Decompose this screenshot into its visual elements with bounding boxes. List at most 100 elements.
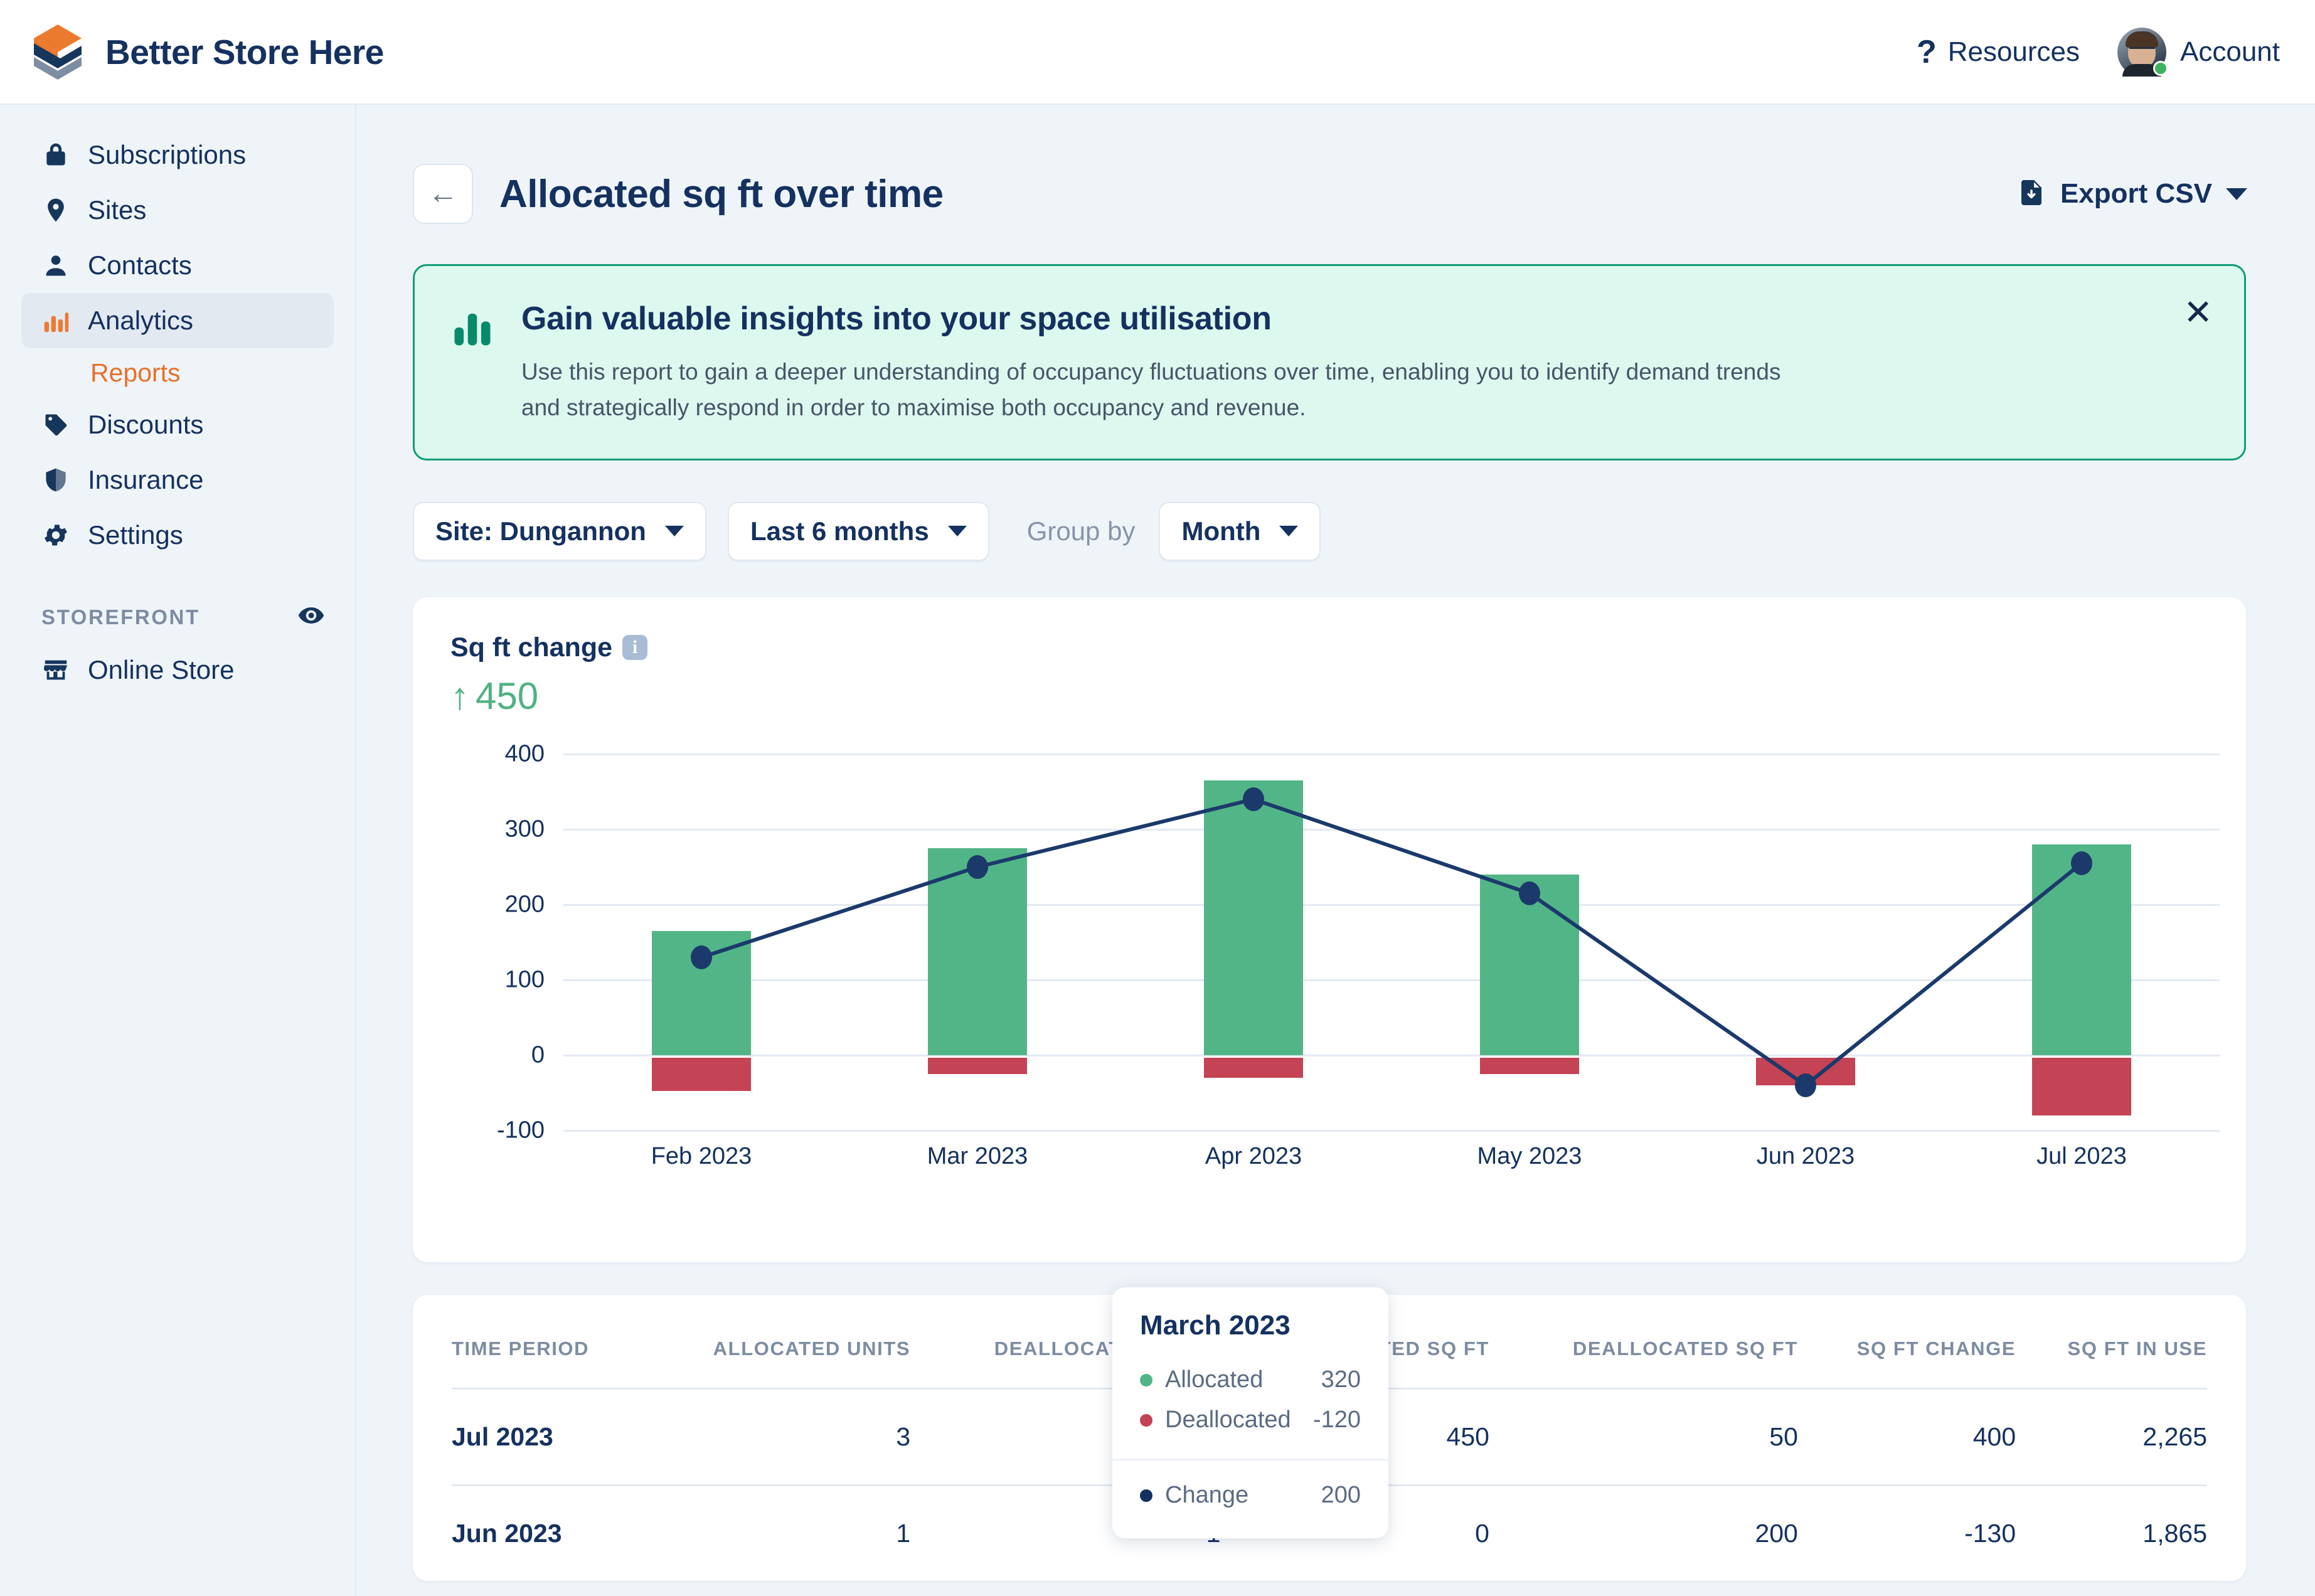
account-button[interactable]: Account <box>2117 27 2280 77</box>
table-cell: 400 <box>1797 1387 2016 1486</box>
table-cell: 3 <box>640 1387 911 1486</box>
sidebar-item-label: Sites <box>88 195 147 225</box>
table-column-header: SQ FT IN USE <box>2067 1337 2207 1359</box>
y-axis-tick-label: -100 <box>496 1117 545 1144</box>
x-axis-tick-label: Feb 2023 <box>651 1142 752 1169</box>
banner-close-button[interactable]: ✕ <box>2183 295 2213 330</box>
app-logo-icon <box>31 22 84 82</box>
tooltip-row-value: 200 <box>1321 1482 1361 1509</box>
sidebar-item-label: Discounts <box>88 410 204 439</box>
table-cell: 50 <box>1489 1387 1798 1486</box>
change-data-point[interactable] <box>967 854 988 879</box>
kpi-value: 450 <box>476 674 539 717</box>
sidebar-subitem-label: Reports <box>90 358 181 387</box>
sidebar-item-label: Contacts <box>88 250 192 280</box>
sidebar-item-discounts[interactable]: Discounts <box>21 397 334 452</box>
sidebar-item-label: Insurance <box>88 465 204 494</box>
y-axis-tick-label: 300 <box>504 816 545 843</box>
chevron-down-icon <box>947 526 967 537</box>
change-data-point[interactable] <box>1243 787 1264 811</box>
online-status-dot <box>2153 60 2169 76</box>
eye-icon[interactable] <box>297 602 325 632</box>
change-data-point[interactable] <box>1519 881 1540 905</box>
page-header: ← Allocated sq ft over time Export CSV <box>413 162 2315 225</box>
kpi-value-row: ↑ 450 <box>450 674 2208 718</box>
sidebar-item-analytics[interactable]: Analytics <box>21 293 334 348</box>
bar-chart-icon <box>40 305 72 336</box>
table-column-header: SQ FT CHANGE <box>1856 1337 2016 1359</box>
x-axis-tick-label: Jul 2023 <box>2036 1142 2127 1169</box>
tooltip-row-allocated: Allocated 320 <box>1140 1360 1361 1400</box>
brand-name: Better Store Here <box>105 32 384 72</box>
person-icon <box>40 250 72 281</box>
sidebar-item-settings[interactable]: Settings <box>21 508 334 563</box>
storefront-section-header: STOREFRONT <box>41 602 325 632</box>
insight-banner: Gain valuable insights into your space u… <box>413 264 2246 460</box>
group-by-label: Group by <box>1026 516 1136 546</box>
top-bar: Better Store Here ? Resources Account <box>0 0 2315 105</box>
tag-icon <box>40 409 72 440</box>
avatar <box>2117 27 2169 77</box>
y-axis-tick-label: 0 <box>531 1041 545 1068</box>
tooltip-row-value: -120 <box>1312 1407 1361 1434</box>
lock-icon <box>40 139 72 171</box>
resources-label: Resources <box>1947 36 2080 67</box>
storefront-section-title: STOREFRONT <box>41 605 200 629</box>
gear-icon <box>40 519 72 551</box>
export-csv-label: Export CSV <box>2060 178 2212 209</box>
chart-plot-area: 400 300 200 100 0 -100 Feb 2023 Mar 2023 Apr 20… <box>450 740 2220 1206</box>
date-range-dropdown[interactable]: Last 6 months <box>727 501 989 561</box>
tooltip-title: March 2023 <box>1140 1309 1291 1341</box>
tooltip-row-label: Allocated <box>1165 1366 1264 1393</box>
sidebar-item-insurance[interactable]: Insurance <box>21 452 334 508</box>
x-axis-tick-label: Mar 2023 <box>927 1142 1028 1169</box>
chevron-down-icon <box>2226 188 2247 200</box>
sidebar: Subscriptions Sites Contacts Analytics R… <box>0 105 356 1596</box>
y-axis-labels: 400 300 200 100 0 -100 <box>450 740 545 1143</box>
table-cell: 1 <box>640 1484 911 1581</box>
tooltip-row-change: Change 200 <box>1140 1476 1361 1516</box>
filter-bar: Site: Dungannon Last 6 months Group by M… <box>413 501 2315 561</box>
table-cell: Jul 2023 <box>452 1387 641 1486</box>
legend-dot-deallocated <box>1140 1413 1152 1427</box>
change-data-point[interactable] <box>691 945 712 969</box>
sidebar-item-sites[interactable]: Sites <box>21 183 334 238</box>
sidebar-item-online-store[interactable]: Online Store <box>21 642 334 698</box>
sidebar-item-contacts[interactable]: Contacts <box>21 238 334 293</box>
chevron-down-icon <box>1279 526 1299 537</box>
sidebar-item-label: Analytics <box>88 306 194 335</box>
table-column-header: DEALLOCATED SQ FT <box>1572 1337 1798 1359</box>
date-range-label: Last 6 months <box>750 516 929 546</box>
y-axis-tick-label: 100 <box>504 966 545 993</box>
account-label: Account <box>2180 36 2280 67</box>
tooltip-rows: Allocated 320 Deallocated -120 <box>1112 1341 1388 1459</box>
sidebar-item-label: Online Store <box>88 655 235 684</box>
sidebar-item-subscriptions[interactable]: Subscriptions <box>21 127 334 183</box>
page-title: Allocated sq ft over time <box>499 172 944 216</box>
brand-logo[interactable]: Better Store Here <box>31 22 384 82</box>
chart-change-line <box>563 754 2220 1130</box>
group-by-value: Month <box>1181 516 1261 546</box>
change-data-point[interactable] <box>2071 851 2092 875</box>
table-cell: -130 <box>1797 1484 2016 1581</box>
banner-bar-chart-icon <box>449 300 505 426</box>
sidebar-subitem-reports[interactable]: Reports <box>90 348 355 397</box>
back-button[interactable]: ← <box>413 164 473 224</box>
table-column-header: TIME PERIOD <box>452 1337 590 1359</box>
info-icon[interactable]: i <box>622 635 648 661</box>
resources-button[interactable]: ? Resources <box>1917 36 2080 68</box>
change-data-point[interactable] <box>1795 1073 1816 1097</box>
main-content: ← Allocated sq ft over time Export CSV G… <box>356 105 2315 1596</box>
site-filter-dropdown[interactable]: Site: Dungannon <box>413 501 706 561</box>
chart-card: Sq ft change i ↑ 450 400 300 200 100 0 -100 F… <box>413 597 2246 1538</box>
export-csv-button[interactable]: Export CSV <box>2016 178 2247 211</box>
location-pin-icon <box>40 194 72 226</box>
group-by-dropdown[interactable]: Month <box>1159 501 1321 561</box>
table-cell: 200 <box>1489 1484 1798 1581</box>
tooltip-row-label: Deallocated <box>1165 1407 1291 1434</box>
legend-dot-allocated <box>1140 1373 1152 1386</box>
table-cell: 2,265 <box>2016 1387 2207 1486</box>
table-column-header: ALLOCATED UNITS <box>713 1337 911 1359</box>
tooltip-footer: Change 200 <box>1112 1460 1388 1538</box>
legend-dot-change <box>1140 1489 1152 1502</box>
